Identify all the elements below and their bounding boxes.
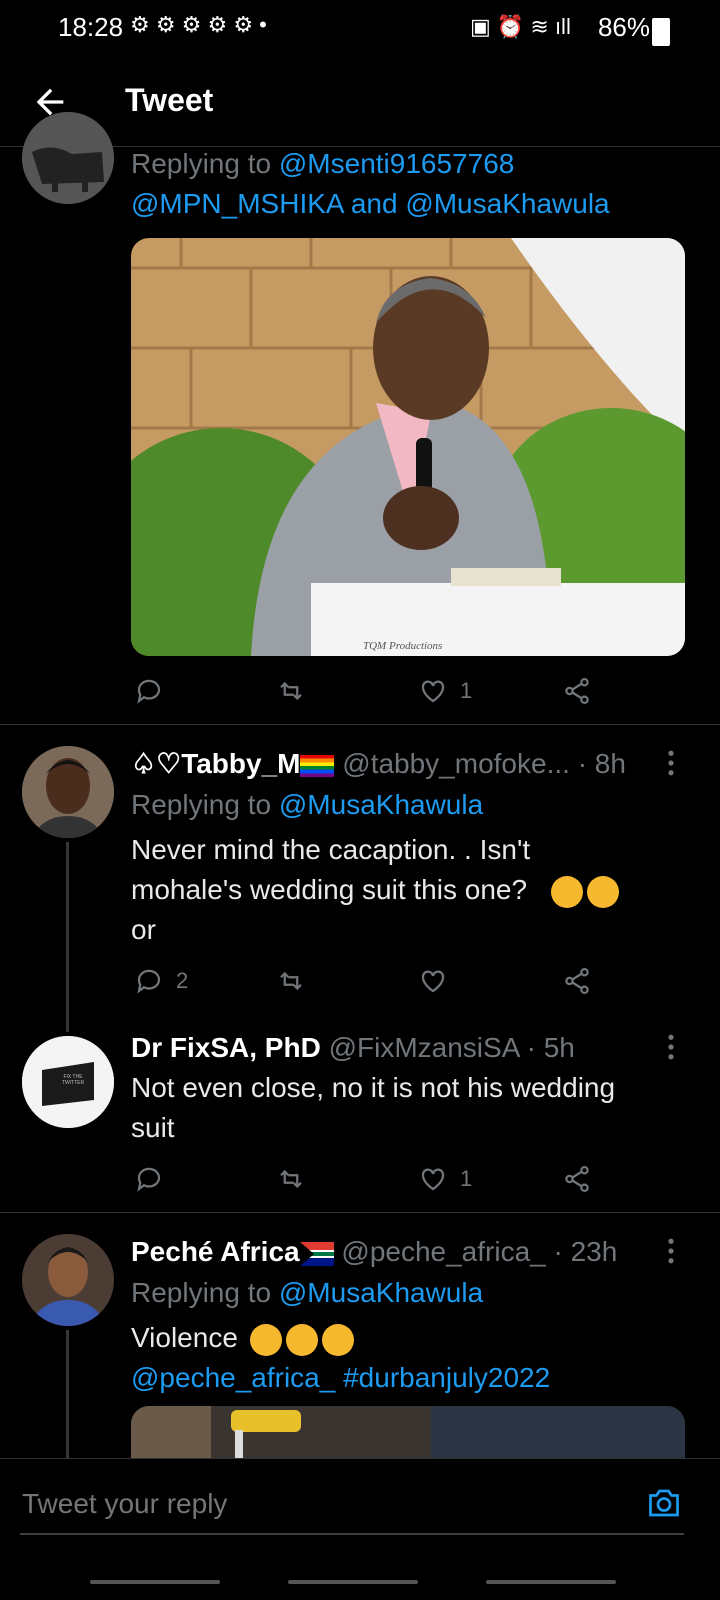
mention-link[interactable]: @MusaKhawula [279, 1277, 483, 1308]
thinking-face-icon [550, 875, 583, 908]
username[interactable]: @peche_africa_ [341, 1236, 545, 1267]
like-count: 1 [460, 1166, 473, 1191]
more-icon[interactable] [666, 1034, 676, 1060]
tweet-text-line: Not even close, no it is not his wedding [131, 1072, 616, 1103]
reply-icon[interactable] [134, 676, 164, 706]
mention-link[interactable]: @MusaKhawula [279, 789, 483, 820]
top-bar: Tweet [0, 60, 720, 147]
retweet-icon[interactable] [276, 1164, 306, 1194]
share-icon[interactable] [562, 1164, 592, 1194]
tweet-header: Peché Africa @peche_africa_ · 23h [131, 1232, 617, 1272]
like-count: 1 [460, 678, 473, 703]
nav-back-button[interactable] [486, 1580, 616, 1584]
display-name[interactable]: ♤♡Tabby_M [131, 748, 300, 779]
share-icon[interactable] [562, 966, 592, 996]
replying-to-line: Replying to @MusaKhawula [131, 1277, 484, 1308]
replying-to-line: Replying to @Msenti91657768 [131, 148, 515, 179]
reply-icon[interactable] [134, 966, 164, 996]
tweet-header: ♤♡Tabby_M @tabby_mofoke... · 8h [131, 744, 626, 784]
divider [0, 724, 720, 725]
laughing-face-icon [285, 1323, 318, 1356]
page-title: Tweet [125, 82, 214, 118]
share-icon[interactable] [562, 676, 592, 706]
username[interactable]: @tabby_mofoke... [342, 748, 570, 779]
camera-icon[interactable] [646, 1485, 682, 1521]
nav-recents-button[interactable] [90, 1580, 220, 1584]
retweet-icon[interactable] [276, 966, 306, 996]
retweet-icon[interactable] [276, 676, 306, 706]
timestamp: · 5h [526, 1032, 575, 1063]
status-bar: 18:28 ⚙ ⚙ ⚙ ⚙ ⚙ • ▣ ⏰ ≋ ıll 86% [0, 0, 720, 54]
tweet-text-line: Never mind the cacaption. . Isn't [131, 834, 531, 865]
battery-percent: 86% [597, 12, 650, 42]
thinking-face-icon [586, 875, 619, 908]
system-icons: ▣ ⏰ ≋ ıll [470, 14, 571, 39]
avatar[interactable] [22, 112, 114, 204]
reply-icon[interactable] [134, 1164, 164, 1194]
timestamp: · 8h [577, 748, 626, 779]
tweet-text-line: or [131, 914, 156, 945]
thread-line [66, 842, 69, 1032]
hashtag-link[interactable]: #durbanjuly2022 [343, 1362, 550, 1393]
tweet-text-line: @peche_africa_ #durbanjuly2022 [131, 1358, 550, 1398]
avatar[interactable]: FIX THE TWITTER [22, 1036, 114, 1128]
south-africa-flag-icon [299, 1241, 334, 1266]
tweet-image[interactable] [131, 1406, 685, 1458]
more-icon[interactable] [666, 750, 676, 776]
tweet-text-line: Violence [131, 1318, 354, 1358]
laughing-face-icon [249, 1323, 282, 1356]
reply-input[interactable] [20, 1481, 624, 1527]
tweet-image[interactable]: TQM Productions [131, 238, 685, 656]
like-icon[interactable] [418, 966, 448, 996]
display-name[interactable]: Dr FixSA, PhD [131, 1032, 321, 1063]
like-icon[interactable] [418, 676, 448, 706]
thread-line [66, 1330, 69, 1458]
mention-link[interactable]: @peche_africa_ [131, 1362, 335, 1393]
timestamp: · 23h [553, 1236, 618, 1267]
rainbow-flag-icon [300, 754, 335, 777]
mention-link[interactable]: @Msenti91657768 [279, 148, 514, 179]
tweet-header: Dr FixSA, PhD @FixMzansiSA · 5h [131, 1028, 575, 1068]
battery-icon [652, 18, 670, 46]
replying-to-line: Replying to @MusaKhawula [131, 789, 484, 820]
notification-icons: ⚙ ⚙ ⚙ ⚙ ⚙ • [130, 12, 267, 37]
mention-link[interactable]: @MusaKhawula [405, 188, 609, 219]
mention-link[interactable]: @MPN_MSHIKA [131, 188, 343, 219]
tweet-text-line: mohale's wedding suit this one? [131, 870, 619, 910]
like-icon[interactable] [418, 1164, 448, 1194]
nav-home-button[interactable] [288, 1580, 418, 1584]
status-time: 18:28 [58, 12, 124, 42]
more-icon[interactable] [666, 1238, 676, 1264]
face-with-hand-over-mouth-icon [321, 1323, 354, 1356]
image-watermark: TQM Productions [363, 640, 443, 652]
display-name[interactable]: Peché Africa [131, 1236, 300, 1267]
avatar-sign-text: FIX THE TWITTER [61, 1074, 85, 1086]
avatar[interactable] [22, 1234, 114, 1326]
divider [0, 1212, 720, 1213]
tweet-text-line: suit [131, 1112, 175, 1143]
reply-bar [0, 1458, 720, 1569]
replying-to-line-2: @MPN_MSHIKA and @MusaKhawula [131, 188, 610, 219]
username[interactable]: @FixMzansiSA [329, 1032, 519, 1063]
avatar[interactable] [22, 746, 114, 838]
reply-count: 2 [176, 968, 189, 993]
input-underline [20, 1533, 684, 1535]
